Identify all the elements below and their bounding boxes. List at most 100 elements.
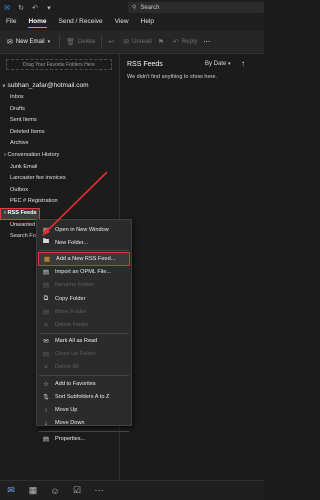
delete-label: Delete [77,38,96,45]
folder-archive[interactable]: Archive [0,138,120,150]
open-window-icon: ▣ [42,226,50,234]
menu-sort-subfolders[interactable]: ⇅ Sort Subfolders A to Z [37,390,131,403]
menu-send-receive[interactable]: Send / Receive [53,15,109,29]
empty-message: We didn't find anything to show here. [127,74,217,80]
menu-help[interactable]: Help [135,15,160,29]
tasks-icon[interactable]: ☑ [66,485,88,496]
sort-dropdown[interactable]: By Date ▾ [205,61,231,67]
menu-item-label: Move Up [55,407,78,414]
menu-import-opml[interactable]: ▤ Import an OPML File... [37,266,131,279]
menu-add-to-favorites[interactable]: ☆ Add to Favorites [37,377,131,390]
menu-add-rss-feed[interactable]: ▩ Add a New RSS Feed... [38,252,130,266]
folder-label: Conversation History [7,151,60,158]
more-commands-button[interactable]: ⋯ [200,33,216,51]
delete-folder-icon: ✕ [43,321,49,329]
menu-delete-folder: ✕ Delete Folder [37,318,131,331]
menu-move-down[interactable]: ↓ Move Down [37,417,131,430]
menu-rename-folder: ▤ Rename Folder [37,279,131,292]
move-down-icon: ↓ [44,419,48,427]
menu-item-label: Properties... [55,436,86,443]
menu-item-label: Copy Folder [55,295,86,302]
menu-move-folder: ▤ Move Folder [37,305,131,318]
menu-mark-all-read[interactable]: ✉ Mark All as Read [37,335,131,348]
import-icon: ▤ [42,269,50,277]
new-email-button[interactable]: ✉ New Email ▾ [4,33,56,51]
folder-rss-feeds[interactable]: › RSS Feeds [0,207,40,220]
menu-divider [39,430,129,432]
pane-title: RSS Feeds [127,61,163,68]
folder-inbox[interactable]: Inbox [0,92,120,104]
favorites-icon: ☆ [43,380,49,388]
unread-button[interactable]: ✉ Unread [120,33,155,51]
menu-new-folder[interactable]: 🖿 New Folder... [37,236,131,249]
properties-icon: ▤ [42,436,50,444]
folder-drafts[interactable]: Drafts [0,104,120,116]
more-icon: ⋯ [203,38,211,46]
outlook-app-icon: ✉ [4,4,10,12]
menu-item-label: Move Down [55,420,85,427]
menu-item-label: Import an OPML File... [55,269,112,276]
folder-junk-email[interactable]: Junk Email [0,162,120,174]
menu-divider [39,375,129,377]
ribbon-divider [101,34,103,49]
menu-item-label: Move Folder [55,308,87,315]
bottom-navigation: ✉ ▦ ☺ ☑ ⋯ [0,480,264,500]
menu-item-label: Sort Subfolders A to Z [55,393,110,400]
envelope-icon: ✉ [123,38,130,46]
search-icon: ⚲ [132,5,137,11]
menu-view[interactable]: View [109,15,135,29]
clean-up-icon: ▤ [42,351,50,359]
menu-copy-folder[interactable]: ⧉ Copy Folder [37,292,131,305]
menu-item-label: Clean Up Folder [55,351,96,358]
folder-conversation-history[interactable]: › Conversation History [0,150,120,162]
menu-item-label: Add a New RSS Feed... [56,255,116,262]
mark-read-icon: ✉ [43,338,49,346]
more-icon[interactable]: ⋯ [88,485,110,496]
chevron-right-icon: › [4,209,6,216]
menu-item-label: Add to Favorites [55,380,96,387]
follow-up-button[interactable]: ⚑ [155,33,170,51]
menu-properties[interactable]: ▤ Properties... [37,433,131,446]
menu-item-label: Delete All [55,364,79,371]
search-box[interactable]: ⚲ Search [128,2,264,13]
ribbon: ✉ New Email ▾ 🗑 Delete ↩ ✉ Unread ⚑ ↶ Re… [0,30,264,54]
sort-az-icon: ⇅ [43,393,49,401]
account-header[interactable]: ∨ subhan_zafar@hotmail.com [2,82,89,89]
people-icon[interactable]: ☺ [44,486,66,496]
menu-home[interactable]: Home [22,15,52,29]
menu-bar: File Home Send / Receive View Help [0,15,264,29]
ribbon-divider [59,34,61,49]
mail-icon[interactable]: ✉ [0,485,22,496]
folder-sent-items[interactable]: Sent Items [0,115,120,127]
refresh-icon[interactable]: ↻ [14,0,28,15]
sort-direction-icon[interactable]: ↑ [241,59,245,68]
context-menu: ▣ Open in New Window 🖿 New Folder... ▩ A… [36,219,132,443]
menu-item-label: New Folder... [55,239,88,246]
folder-lancaster-fee-invoices[interactable]: Lancaster fee invoices [0,173,120,185]
folder-pec-registration[interactable]: PEC # Registration [0,196,120,208]
rename-icon: ▤ [42,282,50,290]
reply-all-button[interactable]: ↶ Reply [170,33,200,51]
folder-outbox[interactable]: Outbox [0,185,120,197]
delete-button[interactable]: 🗑 Delete [63,33,98,51]
title-bar: ✉ ↻ ↶ ▾ ⚲ Search [0,0,264,15]
calendar-icon[interactable]: ▦ [22,485,44,496]
chevron-right-icon: › [4,151,6,158]
reply-button[interactable]: ↩ [105,33,120,51]
copy-folder-icon: ⧉ [43,294,49,302]
menu-file[interactable]: File [0,15,22,29]
new-folder-icon: 🖿 [42,238,50,246]
quick-access-icon[interactable]: ▾ [42,0,56,15]
menu-move-up[interactable]: ↑ Move Up [37,403,131,416]
flag-icon: ⚑ [157,38,165,46]
chevron-down-icon: ▾ [47,38,51,45]
move-folder-icon: ▤ [42,308,50,316]
reply-all-icon: ↶ [173,38,179,46]
folder-deleted-items[interactable]: Deleted Items [0,127,120,139]
favorites-drop-zone[interactable]: Drag Your Favorite Folders Here [6,59,112,70]
menu-open-new-window[interactable]: ▣ Open in New Window [37,223,131,236]
undo-icon[interactable]: ↶ [28,0,42,15]
sort-label: By Date [205,61,227,67]
new-email-icon: ✉ [7,38,13,46]
move-up-icon: ↑ [44,406,48,414]
